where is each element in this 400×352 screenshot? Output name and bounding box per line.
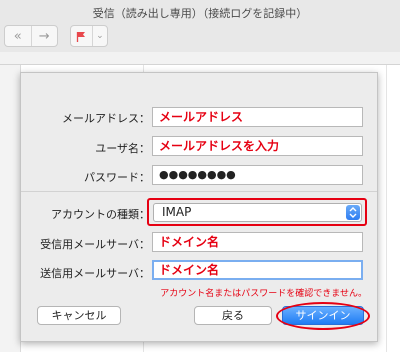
account-setup-sheet: メールアドレス： メールアドレス ユーザ名： メールアドレスを入力 パスワード：…: [20, 72, 378, 342]
chevron-down-icon: ⌄: [96, 31, 104, 41]
column-divider: [386, 65, 387, 352]
back-button[interactable]: 戻る: [194, 306, 272, 325]
forward-button[interactable]: →: [30, 26, 58, 46]
account-type-value: IMAP: [162, 205, 192, 219]
toolbar: « → ⌄: [0, 22, 400, 53]
account-type-select[interactable]: IMAP: [153, 203, 362, 222]
cancel-button[interactable]: キャンセル: [37, 306, 121, 325]
section-divider: [21, 191, 377, 192]
incoming-server-field[interactable]: ドメイン名: [152, 232, 363, 252]
error-message: アカウント名またはパスワードを確認できません。: [160, 289, 367, 299]
account-type-label: アカウントの種類：: [51, 208, 150, 221]
username-label: ユーザ名：: [95, 142, 150, 155]
username-field[interactable]: メールアドレスを入力: [152, 136, 363, 156]
sidebar-column: [0, 65, 21, 352]
email-label: メールアドレス：: [62, 112, 150, 125]
flag-button[interactable]: [71, 26, 92, 46]
reply-all-button[interactable]: «: [5, 26, 31, 46]
window-titlebar: 受信（読み出し専用）（接続ログを記録中）: [0, 0, 400, 22]
outgoing-server-label: 送信用メールサーバ：: [40, 267, 150, 280]
navigation-button-group: « →: [4, 25, 58, 47]
mailbox-bar: [0, 52, 400, 65]
signin-highlight-ring: [276, 302, 370, 330]
reply-all-icon: «: [13, 28, 22, 44]
flag-icon: [77, 31, 86, 42]
select-arrows-icon: [346, 205, 360, 220]
account-type-highlight: IMAP: [147, 198, 367, 226]
outgoing-server-field[interactable]: ドメイン名: [152, 260, 363, 280]
password-label: パスワード：: [84, 171, 150, 184]
password-field[interactable]: ●●●●●●●●: [152, 165, 363, 185]
window-title: 受信（読み出し専用）（接続ログを記録中）: [92, 7, 308, 20]
incoming-server-label: 受信用メールサーバ：: [40, 238, 150, 251]
flag-button-group: ⌄: [70, 25, 108, 47]
forward-icon: →: [38, 28, 50, 44]
flag-menu-button[interactable]: ⌄: [91, 26, 107, 46]
email-field[interactable]: メールアドレス: [152, 107, 363, 127]
